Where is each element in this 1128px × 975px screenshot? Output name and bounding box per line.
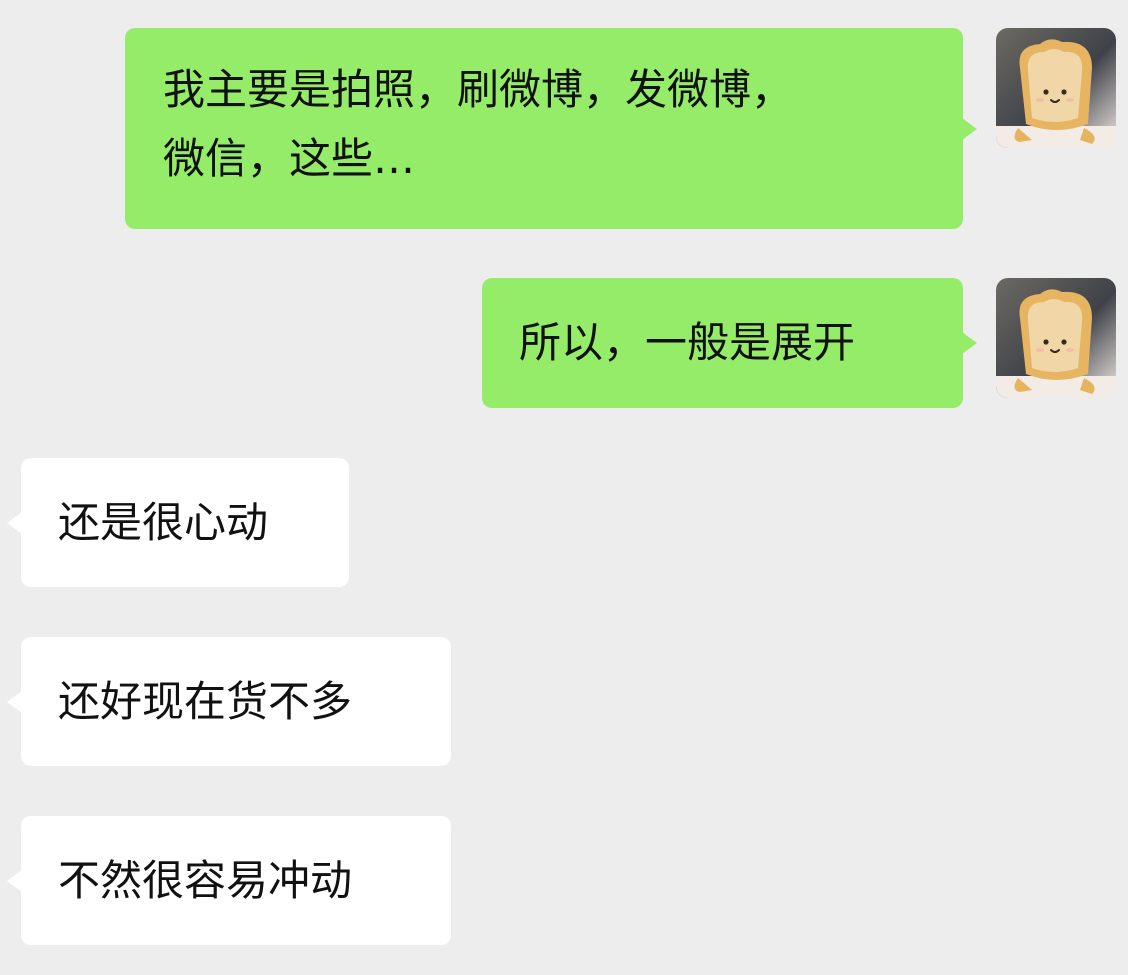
message-text: 还好现在货不多 bbox=[58, 677, 353, 726]
incoming-message-bubble[interactable]: 还好现在货不多 bbox=[7, 637, 451, 766]
outgoing-message-bubble[interactable]: 所以，一般是展开 bbox=[482, 278, 977, 408]
bubble-tail bbox=[962, 117, 977, 140]
user-avatar[interactable] bbox=[996, 278, 1116, 398]
incoming-message-bubble[interactable]: 还是很心动 bbox=[7, 458, 349, 587]
message-text: 还是很心动 bbox=[58, 498, 269, 547]
outgoing-message-bubble[interactable]: 我主要是拍照，刷微博，发微博， 微信，这些… bbox=[125, 28, 977, 229]
bubble-tail bbox=[7, 690, 22, 713]
bubble-tail bbox=[7, 511, 22, 534]
bubble-tail bbox=[962, 332, 977, 354]
toast-bread-plush-avatar-icon bbox=[996, 278, 1116, 398]
message-text: 不然很容易冲动 bbox=[58, 856, 353, 905]
user-avatar[interactable] bbox=[996, 28, 1116, 148]
message-text: 我主要是拍照，刷微博，发微博， 微信，这些… bbox=[163, 65, 794, 183]
incoming-message-bubble[interactable]: 不然很容易冲动 bbox=[7, 816, 451, 945]
bubble-tail bbox=[7, 869, 22, 892]
toast-bread-plush-avatar-icon bbox=[996, 28, 1116, 148]
message-text: 所以，一般是展开 bbox=[519, 318, 856, 367]
